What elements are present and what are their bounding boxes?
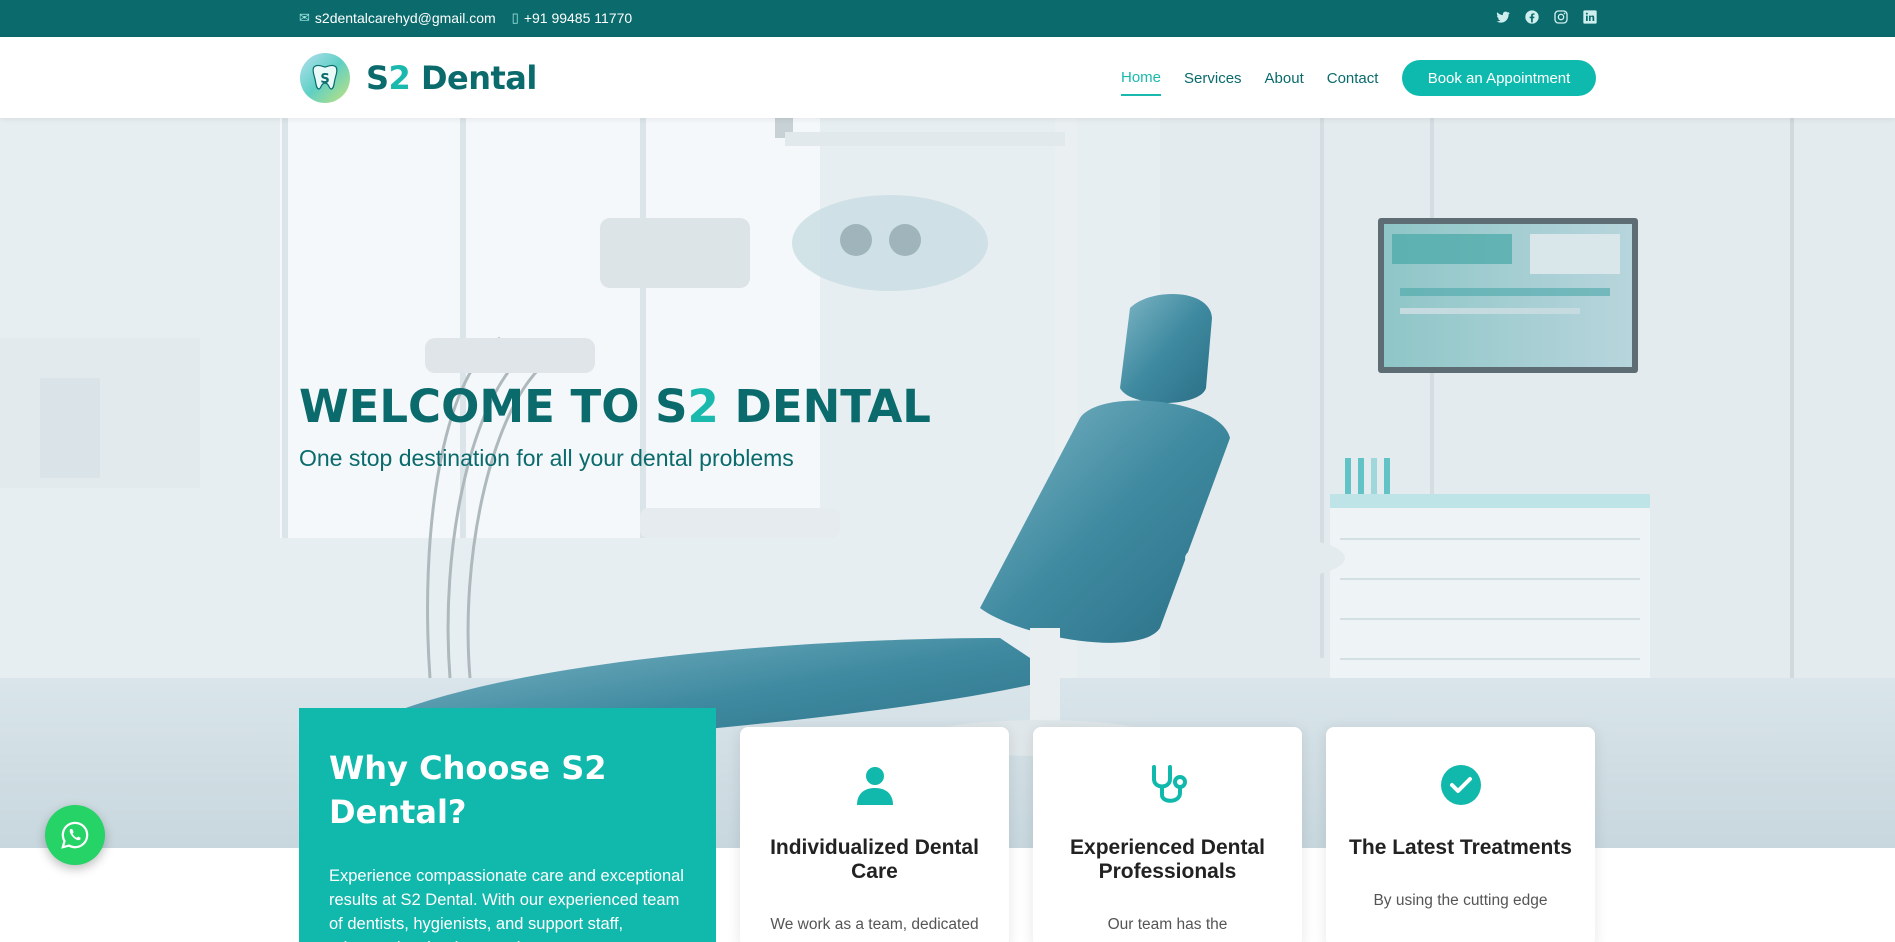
hero-title-number: 2 — [687, 380, 719, 433]
feature-title: Experienced Dental Professionals — [1070, 836, 1265, 883]
brand-name: S2 Dental — [366, 59, 537, 97]
feature-title: The Latest Treatments — [1349, 836, 1572, 859]
phone-icon: ▯ — [511, 10, 519, 25]
logo[interactable]: S S2 Dental — [299, 52, 537, 104]
feature-card: Experienced Dental Professionals Our tea… — [1033, 727, 1302, 942]
brand-number: 2 — [388, 59, 411, 97]
feature-text: We work as a team, dedicated — [770, 916, 979, 933]
svg-text:S: S — [320, 72, 329, 87]
email-link[interactable]: ✉ s2dentalcarehyd@gmail.com — [299, 10, 496, 26]
stethoscope-icon — [1151, 765, 1187, 803]
instagram-icon[interactable] — [1553, 9, 1569, 25]
main-nav: Home Services About Contact — [1121, 59, 1401, 96]
brand-prefix: S — [366, 59, 389, 97]
linkedin-icon[interactable] — [1582, 9, 1598, 25]
social-links — [1495, 9, 1598, 25]
nav-services[interactable]: Services — [1184, 60, 1242, 95]
feature-text: By using the cutting edge — [1373, 892, 1548, 909]
hero-title-prefix: WELCOME TO S — [299, 380, 688, 433]
contact-info: ✉ s2dentalcarehyd@gmail.com ▯ +91 99485 … — [299, 10, 632, 26]
feature-card: The Latest Treatments By using the cutti… — [1326, 727, 1595, 942]
whatsapp-button[interactable] — [45, 805, 105, 865]
site-header: S S2 Dental Home Services About Contact … — [0, 37, 1895, 118]
nav-about[interactable]: About — [1265, 60, 1304, 95]
hero-title-suffix: DENTAL — [718, 380, 931, 433]
phone-link[interactable]: ▯ +91 99485 11770 — [512, 10, 633, 26]
whatsapp-icon — [61, 821, 89, 849]
nav-home[interactable]: Home — [1121, 59, 1162, 96]
nav-contact[interactable]: Contact — [1327, 60, 1379, 95]
why-choose-title: Why Choose S2 Dental? — [329, 749, 607, 831]
email-text: s2dentalcarehyd@gmail.com — [314, 10, 496, 26]
facebook-icon[interactable] — [1524, 9, 1540, 25]
phone-text: +91 99485 11770 — [523, 10, 633, 26]
feature-title: Individualized Dental Care — [770, 836, 979, 883]
feature-text: Our team has the — [1107, 916, 1228, 933]
hero-title: WELCOME TO S2 DENTAL — [299, 380, 931, 433]
hero-subtitle: One stop destination for all your dental… — [299, 445, 794, 471]
envelope-icon: ✉ — [299, 10, 310, 25]
twitter-icon[interactable] — [1495, 9, 1511, 25]
why-choose-text: Experience compassionate care and except… — [329, 867, 684, 942]
user-icon — [856, 767, 893, 805]
top-bar: ✉ s2dentalcarehyd@gmail.com ▯ +91 99485 … — [0, 0, 1895, 37]
feature-card: Individualized Dental Care We work as a … — [740, 727, 1009, 942]
check-circle-icon — [1440, 765, 1481, 805]
brand-suffix: Dental — [410, 59, 537, 97]
book-appointment-button[interactable]: Book an Appointment — [1402, 60, 1596, 96]
tooth-logo-icon: S — [300, 53, 350, 103]
why-choose-card: Why Choose S2 Dental? Experience compass… — [299, 708, 716, 942]
